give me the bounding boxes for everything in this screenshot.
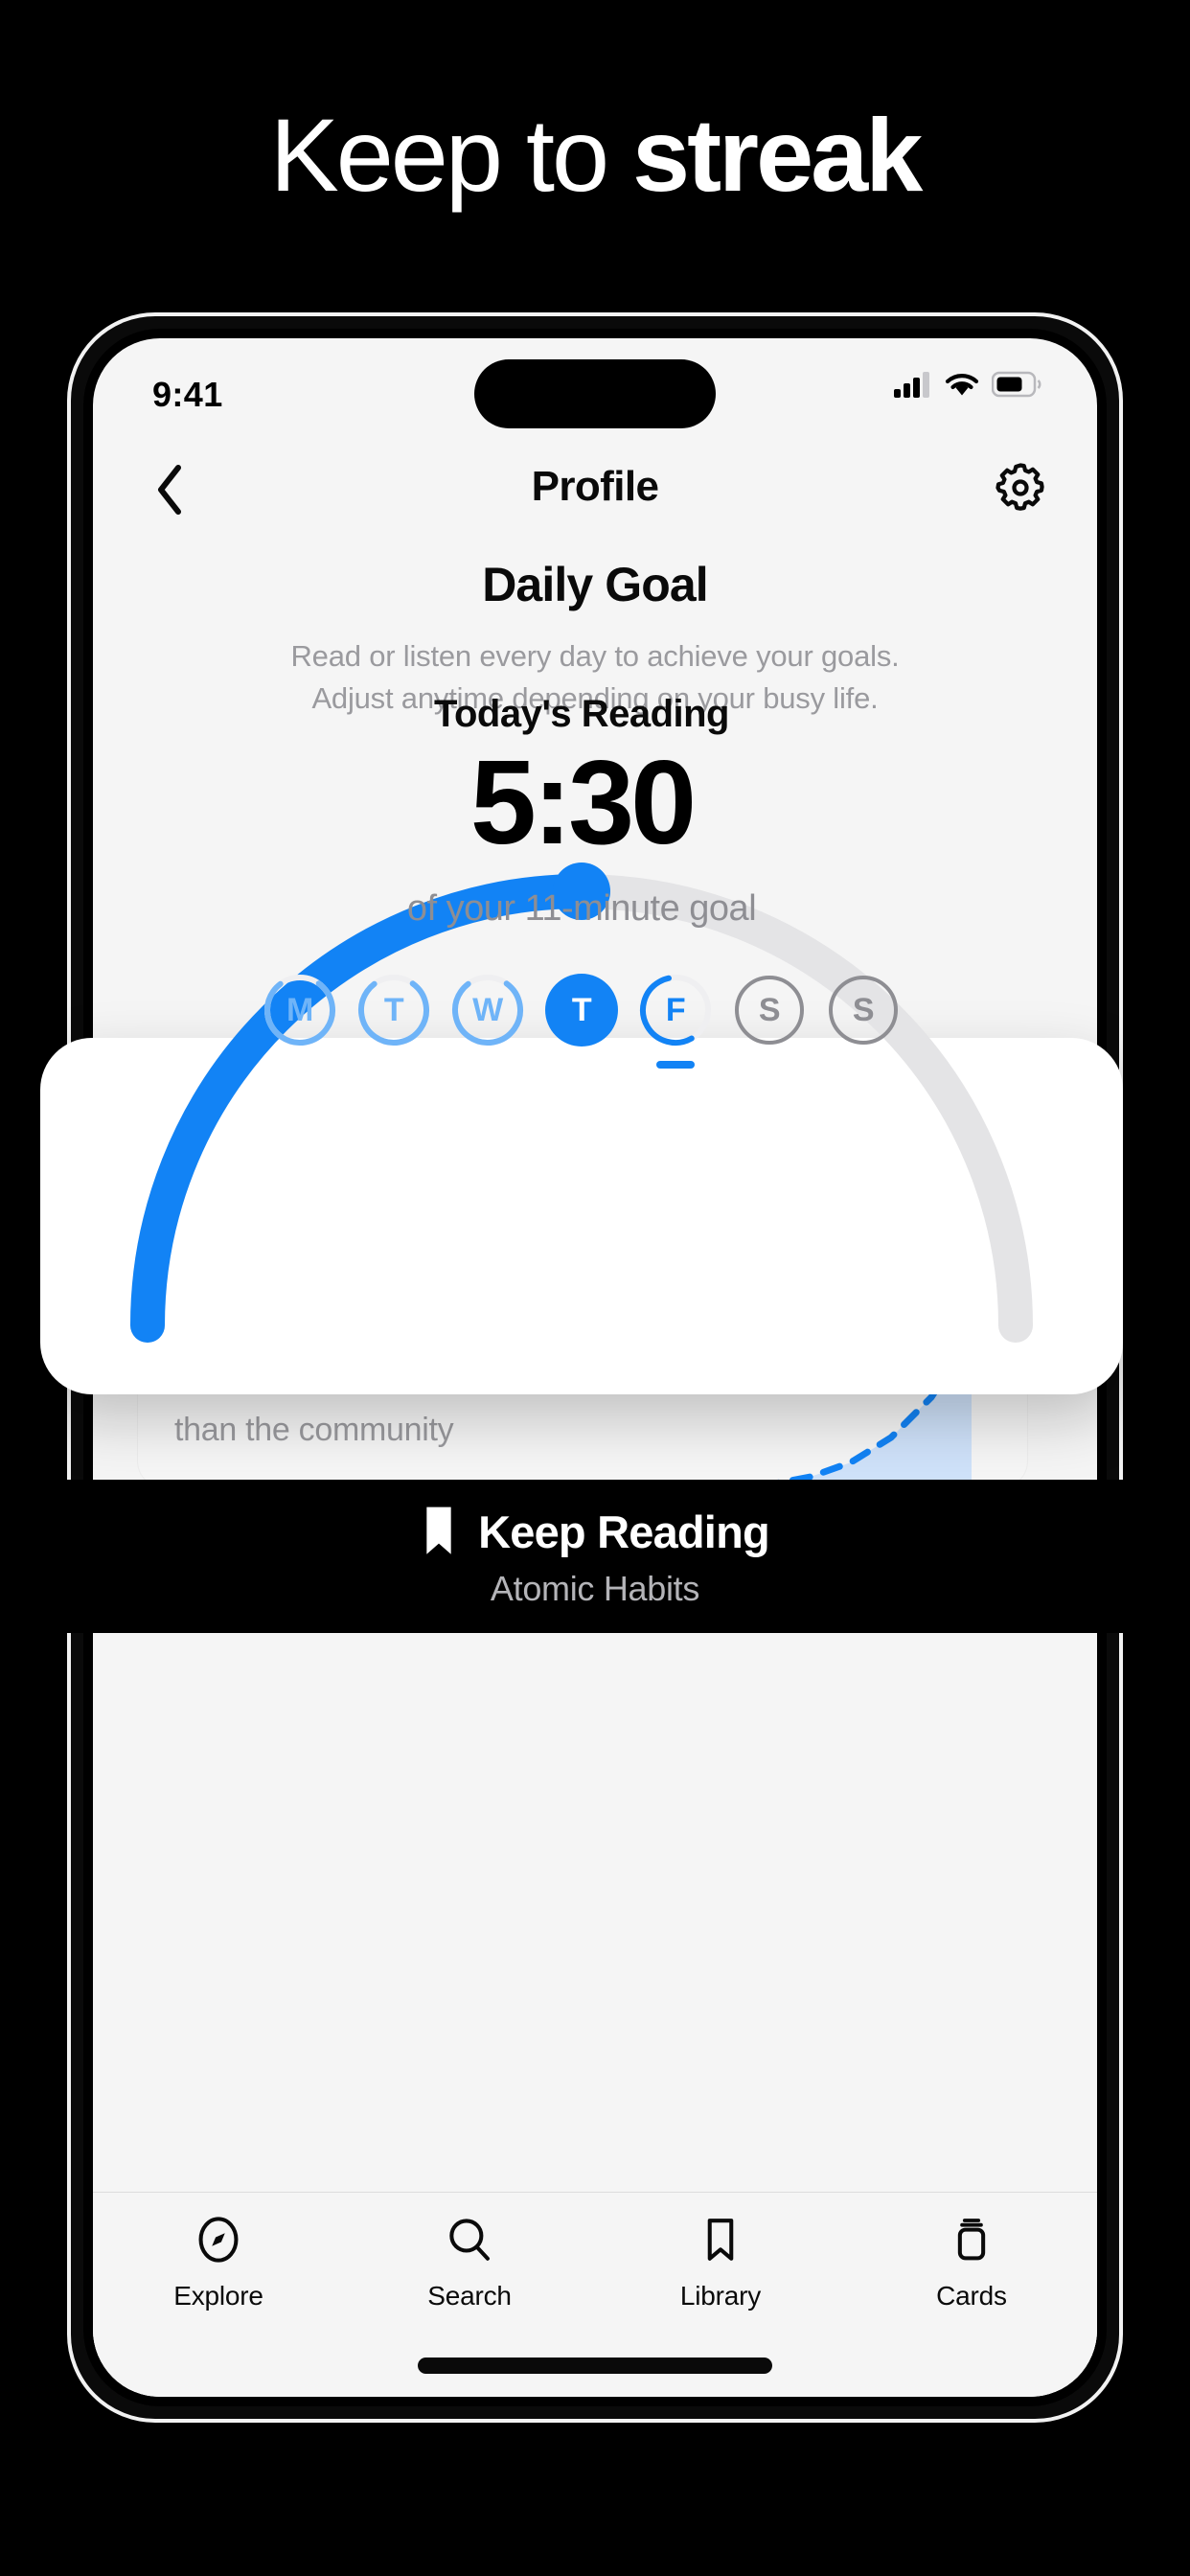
promo-headline: Keep to streak xyxy=(0,97,1190,213)
settings-button[interactable] xyxy=(990,457,1051,518)
tab-label-explore: Explore xyxy=(173,2281,263,2311)
keep-reading-row: Keep Reading xyxy=(421,1504,770,1559)
nav-bar: Profile xyxy=(93,446,1097,534)
headline-bold-part: streak xyxy=(632,97,923,213)
status-icons xyxy=(894,371,1041,398)
promo-screenshot: Keep to streak 9:41 Profile Daily Goal R… xyxy=(0,0,1190,2576)
tab-cards[interactable]: Cards xyxy=(846,2210,1097,2312)
bookmark-icon xyxy=(707,2219,734,2261)
section-title-daily-goal: Daily Goal xyxy=(482,558,708,611)
tab-list: Explore Search Library Cards xyxy=(93,2210,1097,2312)
gauge-card-clip xyxy=(40,1038,1123,1394)
headline-light-part: Keep to xyxy=(269,97,633,213)
bottom-tab-bar: Explore Search Library Cards xyxy=(93,2192,1097,2397)
tab-label-search: Search xyxy=(427,2281,512,2311)
keep-reading-book: Atomic Habits xyxy=(490,1569,700,1608)
tab-label-cards: Cards xyxy=(936,2281,1007,2311)
daily-goal-gauge-card[interactable] xyxy=(40,1038,1123,1394)
keep-reading-banner: Keep Reading Atomic Habits xyxy=(0,1480,1190,1633)
status-bar: 9:41 xyxy=(93,338,1097,440)
tab-library[interactable]: Library xyxy=(595,2210,846,2312)
search-icon-wrap xyxy=(444,2210,495,2269)
dynamic-island xyxy=(474,359,716,428)
battery-icon xyxy=(992,371,1041,398)
status-time: 9:41 xyxy=(152,375,223,414)
daily-goal-line-2: Adjust anytime depending on your busy li… xyxy=(311,681,879,716)
compass-icon xyxy=(198,2217,239,2263)
search-icon xyxy=(449,2219,490,2261)
tab-search[interactable]: Search xyxy=(344,2210,595,2312)
gear-icon xyxy=(995,463,1044,511)
keep-reading-title: Keep Reading xyxy=(478,1506,770,1557)
wifi-icon xyxy=(945,374,979,396)
wiser-caption: than the community xyxy=(174,1412,454,1448)
cards-icon xyxy=(957,2219,986,2261)
tab-explore[interactable]: Explore xyxy=(93,2210,344,2312)
tab-label-library: Library xyxy=(679,2281,762,2311)
cards-icon-wrap xyxy=(946,2210,997,2269)
cellular-signal-icon xyxy=(894,372,929,398)
page-title: Profile xyxy=(531,463,659,510)
compass-icon-wrap xyxy=(193,2210,244,2269)
bookmark-icon xyxy=(426,1506,451,1554)
section-subtitle-daily-goal: Read or listen every day to achieve your… xyxy=(93,635,1097,720)
home-indicator xyxy=(418,2358,772,2374)
daily-goal-line-1: Read or listen every day to achieve your… xyxy=(290,639,900,673)
bookmark-icon-wrap xyxy=(695,2210,746,2269)
